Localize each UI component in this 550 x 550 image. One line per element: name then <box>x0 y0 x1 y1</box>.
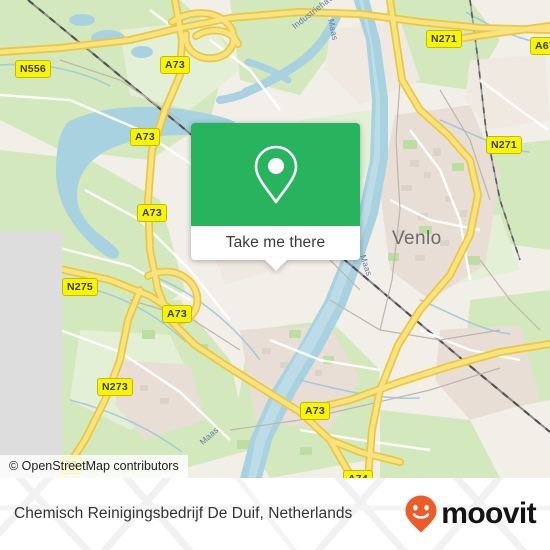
road-shield-a73-4: A73 <box>162 305 192 323</box>
screenshot-root: Industriehaven Maas Maas Maas Venlo N556… <box>0 0 550 550</box>
callout-action-area[interactable]: Take me there <box>191 226 360 260</box>
road-shield-n275: N275 <box>62 278 98 296</box>
road-shield-a73-5: A73 <box>300 402 330 420</box>
road-shield-n273: N273 <box>97 378 133 396</box>
unloaded-map-tile <box>0 231 62 478</box>
road-shield-a74: A74 <box>343 470 373 478</box>
map-canvas[interactable]: Industriehaven Maas Maas Maas Venlo N556… <box>0 0 550 478</box>
callout-icon-area <box>191 123 360 226</box>
place-title: Chemisch Reinigingsbedrijf De Duif, Neth… <box>14 505 353 522</box>
moovit-smiley-pin-icon <box>405 495 437 533</box>
footer-bar: Chemisch Reinigingsbedrijf De Duif, Neth… <box>0 478 550 550</box>
road-shield-a73-1: A73 <box>160 56 190 74</box>
road-shield-n556: N556 <box>15 60 51 78</box>
place-label-venlo: Venlo <box>392 228 442 249</box>
road-shield-a73-3: A73 <box>137 204 167 222</box>
callout-tail <box>264 260 287 271</box>
road-shield-n271-1: N271 <box>426 30 462 48</box>
road-shield-n271-2: N271 <box>486 136 522 154</box>
road-shield-a67: A67 <box>530 37 550 55</box>
osm-attribution[interactable]: © OpenStreetMap contributors <box>0 455 188 478</box>
moovit-logo[interactable]: moovit <box>404 494 537 534</box>
location-callout-card[interactable]: Take me there <box>191 123 360 271</box>
take-me-there-label: Take me there <box>225 234 326 251</box>
moovit-wordmark: moovit <box>441 497 536 530</box>
road-shield-a73-2: A73 <box>130 128 160 146</box>
map-pin-icon <box>254 145 297 203</box>
